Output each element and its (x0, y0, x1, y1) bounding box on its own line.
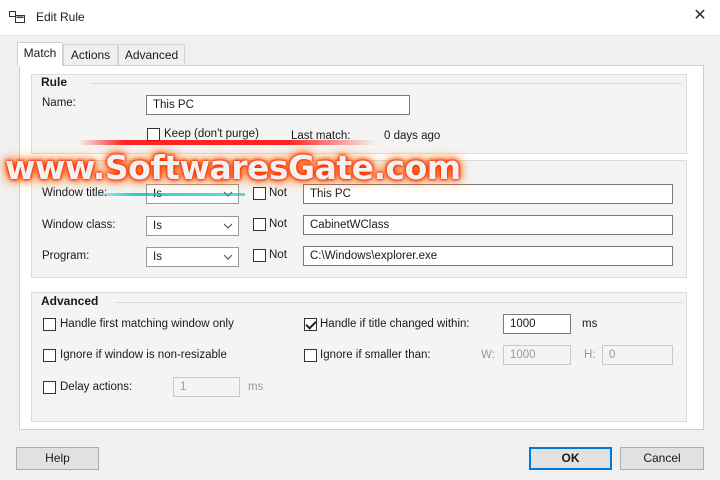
chevron-down-icon (223, 254, 233, 260)
window-class-not-checkbox[interactable] (253, 218, 266, 231)
width-field[interactable]: 1000 (503, 345, 571, 365)
window-class-operator-value: Is (153, 220, 162, 232)
non-resizable-checkbox[interactable] (43, 349, 56, 362)
title-changed-unit: ms (582, 318, 598, 330)
chevron-down-icon (223, 223, 233, 229)
last-match-value: 0 days ago (384, 130, 441, 142)
tab-actions[interactable]: Actions (63, 44, 118, 65)
program-not-label: Not (269, 249, 287, 261)
delay-actions-checkbox[interactable] (43, 381, 56, 394)
program-label: Program: (42, 250, 90, 262)
window-class-label: Window class: (42, 219, 116, 231)
watermark-cyan-streak (85, 193, 245, 196)
close-icon[interactable]: ✕ (690, 6, 710, 26)
title-changed-checkbox[interactable] (304, 318, 317, 331)
name-field[interactable]: This PC (146, 95, 410, 115)
advanced-group-divider (115, 302, 682, 303)
first-matching-label: Handle first matching window only (60, 318, 234, 330)
program-operator-dropdown[interactable]: Is (146, 247, 239, 267)
window-class-not-label: Not (269, 218, 287, 230)
window-class-field[interactable]: CabinetWClass (303, 215, 673, 235)
smaller-than-checkbox[interactable] (304, 349, 317, 362)
width-label: W: (481, 349, 495, 361)
help-button[interactable]: Help (16, 447, 99, 470)
watermark-text: www.SoftwaresGate.com (5, 148, 461, 187)
program-field[interactable]: C:\Windows\explorer.exe (303, 246, 673, 266)
advanced-group-title: Advanced (41, 294, 99, 308)
rule-group-title: Rule (41, 75, 68, 89)
window-app-icon (9, 11, 25, 23)
tab-advanced[interactable]: Advanced (118, 44, 185, 65)
window-title-not-label: Not (269, 187, 287, 199)
smaller-than-label: Ignore if smaller than: (320, 349, 431, 361)
delay-actions-unit: ms (248, 381, 264, 393)
tab-match[interactable]: Match (17, 42, 63, 66)
cancel-button[interactable]: Cancel (620, 447, 704, 470)
delay-actions-label: Delay actions: (60, 381, 133, 393)
non-resizable-label: Ignore if window is non-resizable (60, 349, 227, 361)
delay-actions-field[interactable]: 1 (173, 377, 240, 397)
window-class-operator-dropdown[interactable]: Is (146, 216, 239, 236)
window-title-field[interactable]: This PC (303, 184, 673, 204)
window-title: Edit Rule (36, 10, 85, 24)
title-bar (0, 0, 720, 35)
ok-button[interactable]: OK (529, 447, 612, 470)
title-changed-label: Handle if title changed within: (320, 318, 470, 330)
name-label: Name: (42, 97, 76, 109)
program-not-checkbox[interactable] (253, 249, 266, 262)
title-changed-ms-field[interactable]: 1000 (503, 314, 571, 334)
program-operator-value: Is (153, 251, 162, 263)
keep-label: Keep (don't purge) (164, 128, 259, 140)
window-title-not-checkbox[interactable] (253, 187, 266, 200)
height-field[interactable]: 0 (602, 345, 673, 365)
height-label: H: (584, 349, 596, 361)
first-matching-checkbox[interactable] (43, 318, 56, 331)
watermark-red-streak (78, 140, 378, 145)
rule-group-divider (90, 83, 682, 84)
